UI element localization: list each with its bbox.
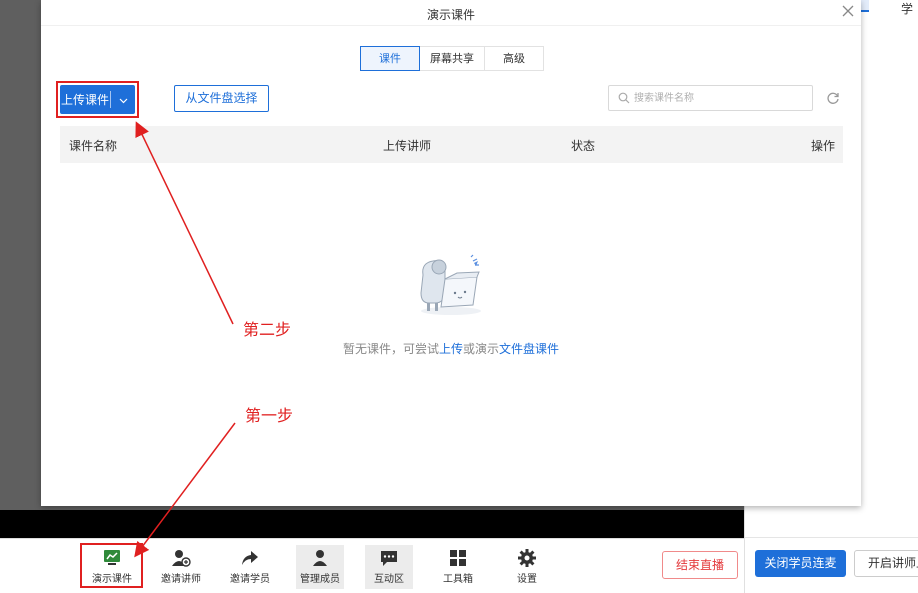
stage-bottom-bar [0,510,744,538]
share-arrow-icon [242,551,258,565]
column-header-uploader: 上传讲师 [383,139,432,153]
close-icon[interactable] [840,3,856,19]
dialog-title: 演示课件 [426,8,475,22]
empty-disk-link[interactable]: 文件盘课件 [499,342,559,356]
empty-prefix: 暂无课件，可尝试 [342,342,439,356]
column-header-status: 状态 [571,139,596,153]
upload-label: 上传课件 [60,93,109,107]
toolbar-item-label: 互动区 [374,574,404,585]
toolbar-item-interaction[interactable]: 互动区 [365,545,413,589]
toolbar-item-invite-student[interactable]: 邀请学员 [226,545,274,589]
upload-highlight: 上传课件 [56,81,139,118]
table-header: 课件名称 上传讲师 状态 操作 [60,126,843,163]
tab-screen-share[interactable]: 屏幕共享 [419,46,485,71]
empty-mid: 或演示 [463,342,500,356]
toolbar-item-present-courseware[interactable]: 演示课件 [88,545,136,589]
toolbar-item-label: 演示课件 [92,574,132,585]
toolbar-item-settings[interactable]: 设置 [503,545,551,589]
divider [745,537,918,538]
select-from-disk-button[interactable]: 从文件盘选择 [174,85,269,112]
invite-teacher-icon [172,550,191,567]
toolbar-item-invite-teacher[interactable]: 邀请讲师 [157,545,205,589]
tab-courseware[interactable]: 课件 [360,46,420,71]
chevron-down-icon[interactable] [111,93,135,107]
empty-state-illustration [420,254,481,315]
close-student-mic-button[interactable]: 关闭学员连麦 [755,550,846,577]
member-icon [313,550,327,566]
toolbar-item-toolbox[interactable]: 工具箱 [434,545,482,589]
dialog-tabs: 课件 屏幕共享 高级 [360,46,544,71]
search-box [608,85,813,111]
empty-upload-link[interactable]: 上传 [439,342,463,356]
end-live-button[interactable]: 结束直播 [662,551,738,579]
toolbar-item-label: 管理成员 [300,574,340,585]
chat-icon [381,551,397,566]
open-teacher-button[interactable]: 开启讲师上 [854,550,918,577]
toolbar-item-label: 设置 [517,574,537,585]
search-icon [618,92,630,104]
bottom-toolbar: 演示课件 邀请讲师 邀请学员 管理成员 互动区 工具箱 设置 结束直播 [0,538,744,593]
tab-advanced[interactable]: 高级 [484,46,544,71]
right-panel-tab-students[interactable]: 学 [901,0,913,17]
upload-courseware-button[interactable]: 上传课件 [60,85,135,114]
search-input[interactable] [634,89,804,107]
toolbar-item-manage-members[interactable]: 管理成员 [296,545,344,589]
step2-label: 第二步 [243,320,292,339]
column-header-name: 课件名称 [69,139,118,153]
column-header-actions: 操作 [811,139,836,153]
step1-label: 第一步 [245,406,294,425]
divider [41,25,861,26]
toolbar-item-label: 工具箱 [443,574,473,585]
present-courseware-icon [104,550,120,565]
toolbar-item-label: 邀请学员 [230,574,270,585]
courseware-dialog: 演示课件 课件 屏幕共享 高级 上传课件 从文件盘选择 课件名称 上传讲师 状态 [41,0,861,506]
grid-icon [450,550,466,566]
gear-icon [518,549,536,567]
empty-state-text: 暂无课件，可尝试上传或演示文件盘课件 [41,340,861,357]
refresh-icon[interactable] [826,91,840,105]
toolbar-item-label: 邀请讲师 [161,574,201,585]
